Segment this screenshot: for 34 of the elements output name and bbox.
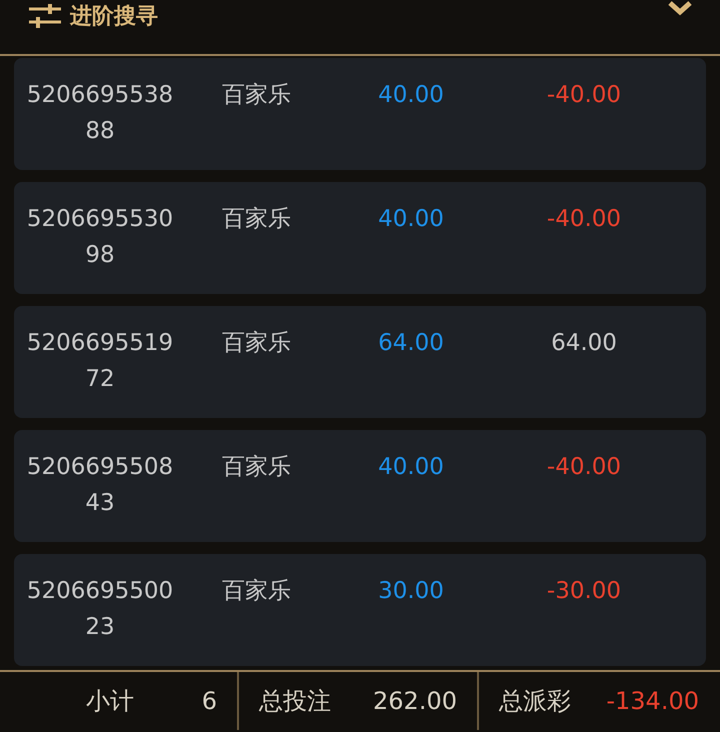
header-title: 进阶搜寻 [70,2,158,30]
chevron-down-icon[interactable] [668,0,692,16]
game-name: 百家乐 [221,453,292,482]
payout-amount: -40.00 [546,453,622,482]
summary-value: -134.00 [606,686,699,717]
bet-amount: 40.00 [377,205,445,234]
payout-amount: 64.00 [550,329,618,358]
summary-label: 总投注 [259,686,331,717]
bet-amount: 64.00 [377,329,445,358]
order-id: 520669550023 [26,577,174,642]
game-name: 百家乐 [221,81,292,110]
game-name: 百家乐 [221,329,292,358]
order-id: 520669553098 [26,205,174,270]
payout-amount: -30.00 [546,577,622,606]
bet-amount: 30.00 [377,577,445,606]
payout-amount: -40.00 [546,205,622,234]
summary-value: 6 [202,686,217,717]
record-card[interactable]: 520669550843 百家乐 40.00 -40.00 [14,430,706,542]
record-card[interactable]: 520669550023 百家乐 30.00 -30.00 [14,554,706,666]
summary-value: 262.00 [373,686,457,717]
payout-amount: -40.00 [546,81,622,110]
record-card[interactable]: 520669553098 百家乐 40.00 -40.00 [14,182,706,294]
game-name: 百家乐 [221,577,292,606]
summary-label: 总派彩 [499,686,571,717]
record-card[interactable]: 520669553888 百家乐 40.00 -40.00 [14,58,706,170]
filter-sliders-icon[interactable] [28,3,62,29]
order-id: 520669550843 [26,453,174,518]
bet-amount: 40.00 [377,81,445,110]
summary-label: 小计 [86,686,134,717]
order-id: 520669551972 [26,329,174,394]
order-id: 520669553888 [26,81,174,146]
game-name: 百家乐 [221,205,292,234]
record-card[interactable]: 520669551972 百家乐 64.00 64.00 [14,306,706,418]
bet-amount: 40.00 [377,453,445,482]
